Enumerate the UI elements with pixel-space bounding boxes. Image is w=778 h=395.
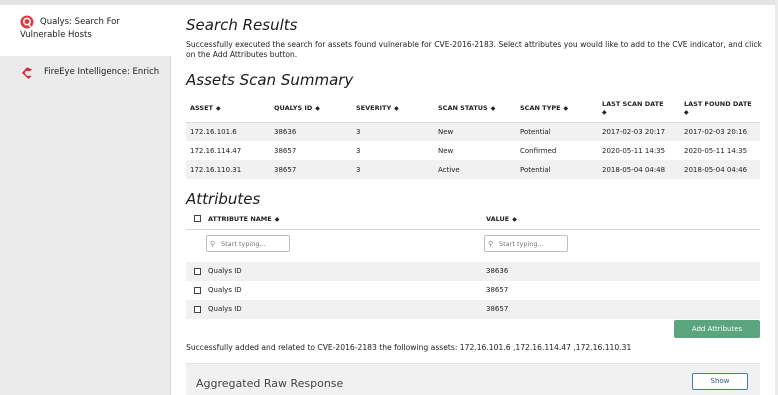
attributes-heading: Attributes xyxy=(186,190,261,208)
cell-qualys-id: 38657 xyxy=(274,165,297,174)
cell-qualys-id: 38657 xyxy=(274,146,297,155)
sort-icon: ◆ xyxy=(563,104,569,112)
cell-last-found-date: 2018-05-04 04:46 xyxy=(684,165,748,174)
table-row: 172.16.101.6 38636 3 New Potential 2017-… xyxy=(186,122,760,141)
cell-scan-type: Potential xyxy=(520,165,551,174)
col-asset[interactable]: ASSET ◆ xyxy=(186,95,270,123)
cell-scan-type: Potential xyxy=(520,127,551,136)
col-scan-type[interactable]: SCAN TYPE ◆ xyxy=(516,95,598,123)
search-icon: ⚲ xyxy=(488,240,494,248)
cell-scan-status: Active xyxy=(438,165,460,174)
attributes-table-header: ATTRIBUTE NAME ◆ VALUE ◆ xyxy=(186,208,760,230)
add-attributes-button[interactable]: Add Attributes xyxy=(674,320,760,338)
attribute-name: Qualys ID xyxy=(208,267,242,275)
cell-last-found-date: 2020-05-11 14:35 xyxy=(684,146,748,155)
search-icon: ⚲ xyxy=(210,240,216,248)
aggregated-raw-response-title: Aggregated Raw Response xyxy=(196,377,344,390)
show-button[interactable]: Show xyxy=(692,373,748,390)
row-checkbox[interactable] xyxy=(194,268,201,275)
attribute-row: Qualys ID 38657 xyxy=(186,281,760,300)
attribute-row: Qualys ID 38657 xyxy=(186,300,760,319)
cell-last-found-date: 2017-02-03 20:16 xyxy=(684,127,748,136)
attribute-value: 38636 xyxy=(486,267,509,275)
fireeye-icon xyxy=(20,65,34,79)
sidebar-item-qualys[interactable]: Qualys: Search For Vulnerable Hosts xyxy=(0,5,171,56)
sidebar-item-label: FireEye Intelligence: Enrich xyxy=(44,67,160,77)
cell-scan-status: New xyxy=(438,146,454,155)
attributes-filter-row: ⚲ ⚲ xyxy=(186,231,760,261)
attribute-row: Qualys ID 38636 xyxy=(186,262,760,281)
cell-scan-type: Confirmed xyxy=(520,146,557,155)
sidebar-item-fireeye[interactable]: FireEye Intelligence: Enrich xyxy=(0,59,171,85)
sidebar-item-label: Qualys: Search For Vulnerable Hosts xyxy=(20,17,120,40)
sort-icon: ◆ xyxy=(602,108,607,116)
table-row: 172.16.114.47 38657 3 New Confirmed 2020… xyxy=(186,141,760,160)
attribute-value: 38657 xyxy=(486,286,509,294)
cell-last-scan-date: 2018-05-04 04:48 xyxy=(602,165,666,174)
row-checkbox[interactable] xyxy=(194,287,201,294)
col-scan-status[interactable]: SCAN STATUS ◆ xyxy=(434,95,516,123)
page-description: Successfully executed the search for ass… xyxy=(186,40,762,59)
cell-asset: 172.16.110.31 xyxy=(190,165,242,174)
sort-icon: ◆ xyxy=(315,104,320,112)
page-title: Search Results xyxy=(186,16,298,34)
assets-table: ASSET ◆ QUALYS ID ◆ SEVERITY ◆ SCAN STATUS ◆… xyxy=(186,95,760,179)
cell-last-scan-date: 2017-02-03 20:17 xyxy=(602,127,666,136)
col-last-found-date[interactable]: LAST FOUND DATE ◆ xyxy=(680,95,760,123)
sort-icon: ◆ xyxy=(215,104,221,112)
table-header-row: ASSET ◆ QUALYS ID ◆ SEVERITY ◆ SCAN STATUS ◆… xyxy=(186,95,760,123)
attribute-name-filter-input[interactable] xyxy=(206,235,290,252)
cell-scan-status: New xyxy=(438,127,454,136)
sort-icon: ◆ xyxy=(512,216,517,223)
attribute-name: Qualys ID xyxy=(208,286,242,294)
col-qualys-id[interactable]: QUALYS ID ◆ xyxy=(270,95,352,123)
attribute-name: Qualys ID xyxy=(208,305,242,313)
col-severity[interactable]: SEVERITY ◆ xyxy=(352,95,434,123)
sort-icon: ◆ xyxy=(684,108,689,116)
aggregated-raw-response-panel: Aggregated Raw Response Show xyxy=(186,363,760,395)
success-message: Successfully added and related to CVE-20… xyxy=(186,343,632,352)
sort-icon: ◆ xyxy=(490,104,496,112)
col-value[interactable]: VALUE ◆ xyxy=(486,215,517,223)
attribute-value: 38657 xyxy=(486,305,509,313)
col-attribute-name[interactable]: ATTRIBUTE NAME ◆ xyxy=(208,215,279,223)
cell-asset: 172.16.114.47 xyxy=(190,146,242,155)
cell-severity: 3 xyxy=(356,165,361,174)
cell-severity: 3 xyxy=(356,127,361,136)
sidebar: Qualys: Search For Vulnerable Hosts Fire… xyxy=(0,5,171,395)
cell-qualys-id: 38636 xyxy=(274,127,297,136)
cell-severity: 3 xyxy=(356,146,361,155)
value-filter-input[interactable] xyxy=(484,235,568,252)
cell-last-scan-date: 2020-05-11 14:35 xyxy=(602,146,666,155)
col-last-scan-date[interactable]: LAST SCAN DATE ◆ xyxy=(598,95,680,123)
sort-icon: ◆ xyxy=(274,216,280,223)
table-row: 172.16.110.31 38657 3 Active Potential 2… xyxy=(186,160,760,179)
select-all-checkbox[interactable] xyxy=(194,215,201,222)
sort-icon: ◆ xyxy=(394,104,399,112)
row-checkbox[interactable] xyxy=(194,306,201,313)
cell-asset: 172.16.101.6 xyxy=(190,127,237,136)
assets-heading: Assets Scan Summary xyxy=(186,71,354,89)
